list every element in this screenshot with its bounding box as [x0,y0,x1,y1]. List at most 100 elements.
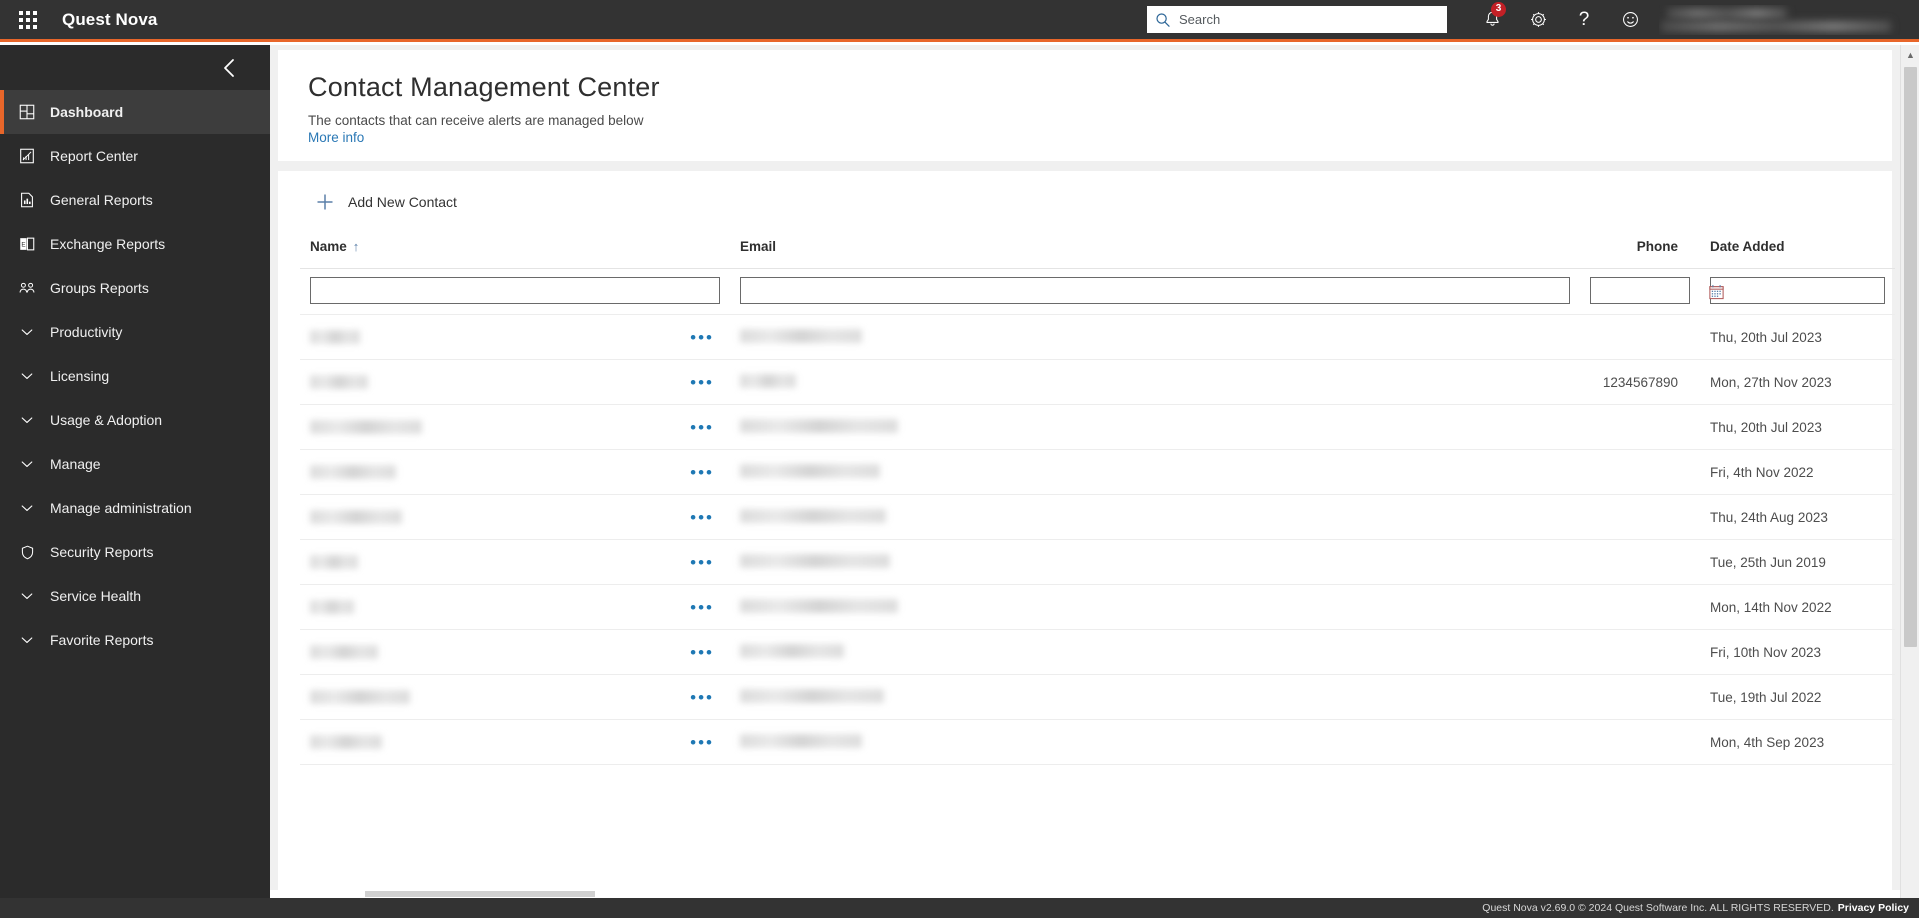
sidebar-item-general-reports[interactable]: General Reports [0,178,270,222]
sidebar-item-favorite-reports[interactable]: Favorite Reports [0,618,270,662]
filter-cell-email [730,269,1580,315]
table-filter-row [300,269,1895,315]
table-row[interactable]: ••• 1234567890 Mon, 27th Nov 2023 [300,360,1895,405]
sidebar-item-label: General Reports [50,192,153,208]
more-info-link[interactable]: More info [308,130,364,145]
ellipsis-menu-icon[interactable]: ••• [684,509,720,526]
name-redacted-value [310,690,410,704]
gear-icon[interactable] [1515,0,1561,41]
cell-date-added: Mon, 27th Nov 2023 [1700,360,1895,405]
sidebar-item-exchange-reports[interactable]: E Exchange Reports [0,222,270,266]
ellipsis-menu-icon[interactable]: ••• [684,329,720,346]
smiley-face-icon[interactable] [1607,0,1653,41]
table-header-row: Name↑ Email Phone Date Added [300,233,1895,269]
sidebar-item-dashboard[interactable]: Dashboard [0,90,270,134]
cell-name: ••• [300,405,730,450]
name-redacted-value [310,465,396,479]
table-row[interactable]: ••• Mon, 14th Nov 2022 [300,585,1895,630]
cell-name: ••• [300,315,730,360]
ellipsis-menu-icon[interactable]: ••• [684,464,720,481]
sidebar-item-usage-adoption[interactable]: Usage & Adoption [0,398,270,442]
scroll-up-arrow-icon[interactable]: ▲ [1901,45,1919,64]
cell-name: ••• [300,360,730,405]
name-filter-input[interactable] [310,277,720,304]
table-row[interactable]: ••• Thu, 24th Aug 2023 [300,495,1895,540]
cell-date-added: Thu, 20th Jul 2023 [1700,405,1895,450]
cell-email [730,495,1580,540]
chevron-left-icon[interactable] [217,55,243,81]
table-row[interactable]: ••• Thu, 20th Jul 2023 [300,405,1895,450]
sidebar-item-label: Manage [50,456,101,472]
cell-phone [1580,585,1700,630]
sidebar-item-label: Security Reports [50,544,153,560]
ellipsis-menu-icon[interactable]: ••• [684,644,720,661]
sidebar-item-licensing[interactable]: Licensing [0,354,270,398]
report-chart-icon [16,145,38,167]
column-header-email[interactable]: Email [730,233,1580,269]
cell-name: ••• [300,450,730,495]
ellipsis-menu-icon[interactable]: ••• [684,554,720,571]
sidebar-item-security-reports[interactable]: Security Reports [0,530,270,574]
vertical-scrollbar-thumb[interactable] [1904,67,1917,647]
sidebar-item-label: Usage & Adoption [50,412,162,428]
add-new-contact-button[interactable]: Add New Contact [310,185,461,219]
sidebar-item-label: Dashboard [50,104,123,120]
privacy-policy-link[interactable]: Privacy Policy [1838,902,1909,914]
sidebar-item-groups-reports[interactable]: Groups Reports [0,266,270,310]
footer-copyright-text: Quest Nova v2.69.0 © 2024 Quest Software… [1482,902,1833,914]
table-row[interactable]: ••• Fri, 4th Nov 2022 [300,450,1895,495]
sidebar-item-manage[interactable]: Manage [0,442,270,486]
cell-phone [1580,315,1700,360]
bell-icon[interactable]: 3 [1469,0,1515,41]
column-header-name[interactable]: Name↑ [300,233,730,269]
page-footer: Quest Nova v2.69.0 © 2024 Quest Software… [0,898,1919,918]
user-account-name[interactable] [1659,5,1909,35]
table-row[interactable]: ••• Tue, 25th Jun 2019 [300,540,1895,585]
table-row[interactable]: ••• Fri, 10th Nov 2023 [300,630,1895,675]
ellipsis-menu-icon[interactable]: ••• [684,689,720,706]
filter-cell-name [300,269,730,315]
table-row[interactable]: ••• Mon, 4th Sep 2023 [300,720,1895,765]
ellipsis-menu-icon[interactable]: ••• [684,599,720,616]
name-redacted-value [310,375,368,389]
cell-date-added: Fri, 10th Nov 2023 [1700,630,1895,675]
ellipsis-menu-icon[interactable]: ••• [684,374,720,391]
ellipsis-menu-icon[interactable]: ••• [684,419,720,436]
cell-date-added: Thu, 20th Jul 2023 [1700,315,1895,360]
table-row[interactable]: ••• Tue, 19th Jul 2022 [300,675,1895,720]
cell-date-added: Fri, 4th Nov 2022 [1700,450,1895,495]
app-brand-title: Quest Nova [62,10,157,30]
people-group-icon [16,277,38,299]
top-app-bar: Quest Nova Search 3 ? [0,0,1919,42]
cell-email [730,630,1580,675]
sidebar-item-service-health[interactable]: Service Health [0,574,270,618]
page-vertical-scrollbar[interactable]: ▲ ▼ [1900,45,1919,918]
table-row[interactable]: ••• Thu, 20th Jul 2023 [300,315,1895,360]
page-header: Contact Management Center The contacts t… [278,50,1892,161]
search-input[interactable]: Search [1147,6,1447,33]
column-header-date-added[interactable]: Date Added [1700,233,1895,269]
page-horizontal-scrollbar[interactable] [270,890,1900,898]
cell-email [730,540,1580,585]
cell-name: ••• [300,630,730,675]
column-header-phone[interactable]: Phone [1580,233,1700,269]
phone-filter-input[interactable] [1590,277,1690,304]
sidebar-item-report-center[interactable]: Report Center [0,134,270,178]
sidebar-item-productivity[interactable]: Productivity [0,310,270,354]
sidebar-item-manage-administration[interactable]: Manage administration [0,486,270,530]
cell-name: ••• [300,675,730,720]
app-grid-icon[interactable] [8,0,48,41]
question-mark-icon[interactable]: ? [1561,0,1607,41]
cell-date-added: Mon, 14th Nov 2022 [1700,585,1895,630]
cell-name: ••• [300,585,730,630]
cell-date-added: Tue, 19th Jul 2022 [1700,675,1895,720]
horizontal-scrollbar-thumb[interactable] [365,891,595,897]
svg-text:E: E [21,241,25,248]
main-content-area: Contact Management Center The contacts t… [270,45,1900,918]
cell-email [730,675,1580,720]
cell-date-added: Thu, 24th Aug 2023 [1700,495,1895,540]
date-added-filter-input[interactable] [1710,277,1885,304]
cell-phone [1580,495,1700,540]
ellipsis-menu-icon[interactable]: ••• [684,734,720,751]
email-filter-input[interactable] [740,277,1570,304]
